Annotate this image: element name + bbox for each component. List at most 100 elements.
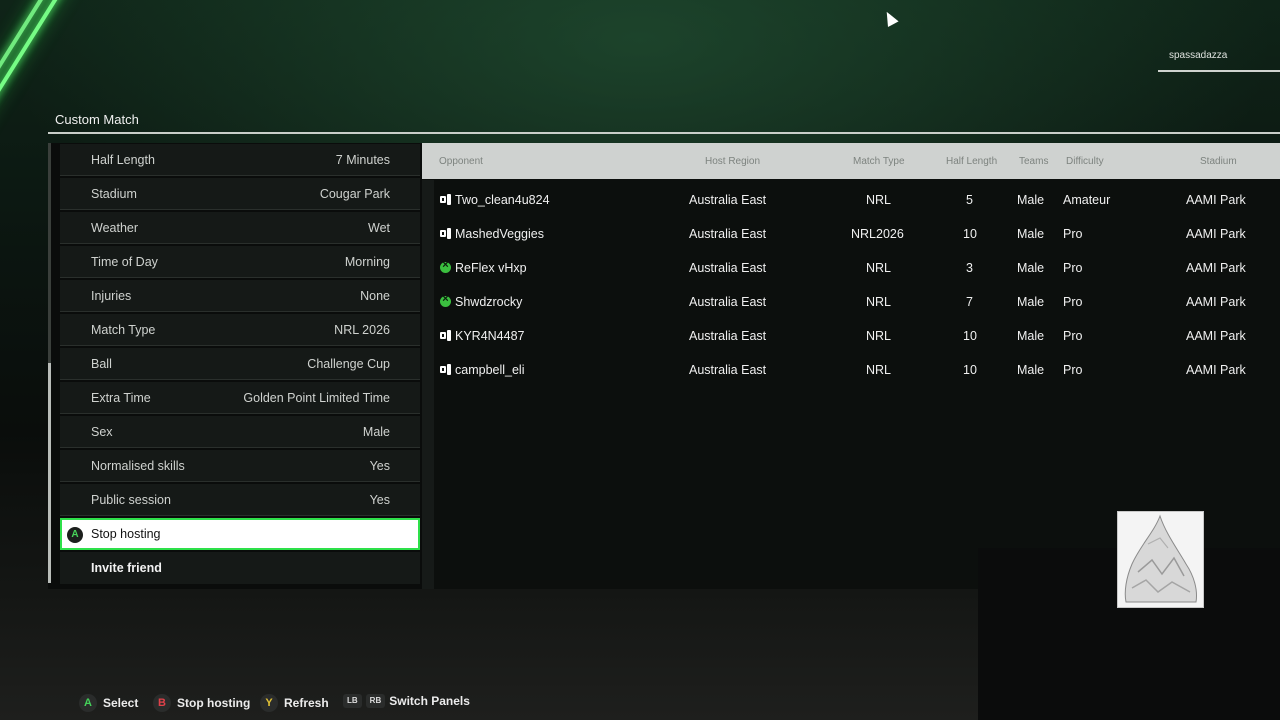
- pc-icon: [440, 364, 451, 375]
- setting-sex[interactable]: Sex Male: [60, 416, 420, 448]
- host-region: Australia East: [689, 227, 767, 241]
- match-type: NRL: [866, 261, 892, 275]
- opponent-name: campbell_eli: [455, 363, 525, 377]
- prompt-select[interactable]: A Select: [79, 694, 138, 712]
- stadium: AAMI Park: [1186, 363, 1246, 377]
- setting-label: Injuries: [91, 288, 132, 303]
- prompt-switch-panels[interactable]: LB RB Switch Panels: [343, 694, 470, 708]
- username-field[interactable]: spassadazza: [1158, 46, 1280, 72]
- host-region: Australia East: [689, 329, 767, 343]
- teams: Male: [1017, 295, 1045, 309]
- match-type: NRL: [866, 193, 892, 207]
- match-type: NRL: [866, 329, 892, 343]
- rb-button-icon: RB: [365, 694, 386, 708]
- half-length: 10: [963, 363, 977, 377]
- prompt-label: Stop hosting: [177, 696, 251, 710]
- setting-label: Stadium: [91, 186, 137, 201]
- stadium: AAMI Park: [1186, 329, 1246, 343]
- table-row[interactable]: campbell_eli Australia East NRL 10 Male …: [422, 353, 1280, 387]
- table-row[interactable]: Shwdzrocky Australia East NRL 7 Male Pro…: [422, 285, 1280, 319]
- match-settings-panel: Half Length 7 Minutes Stadium Cougar Park …: [48, 143, 426, 589]
- prompt-label: Select: [103, 696, 139, 710]
- page-title: Custom Match: [55, 112, 139, 127]
- setting-value: Challenge Cup: [307, 356, 390, 371]
- host-region: Australia East: [689, 363, 767, 377]
- teams: Male: [1017, 363, 1045, 377]
- setting-ball[interactable]: Ball Challenge Cup: [60, 348, 420, 380]
- half-length: 10: [963, 227, 977, 241]
- table-row[interactable]: ReFlex vHxp Australia East NRL 3 Male Pr…: [422, 251, 1280, 285]
- prompt-refresh[interactable]: Y Refresh: [260, 694, 329, 712]
- column-header-stadium[interactable]: Stadium: [1200, 156, 1237, 167]
- half-length: 7: [966, 295, 973, 309]
- invite-friend-button[interactable]: Invite friend: [60, 552, 420, 584]
- setting-match-type[interactable]: Match Type NRL 2026: [60, 314, 420, 346]
- a-button-icon: A: [67, 527, 83, 543]
- table-row[interactable]: MashedVeggies Australia East NRL2026 10 …: [422, 217, 1280, 251]
- setting-value: Cougar Park: [319, 186, 390, 201]
- column-header-match-type[interactable]: Match Type: [853, 156, 905, 167]
- setting-normalised-skills[interactable]: Normalised skills Yes: [60, 450, 420, 482]
- pc-icon: [440, 228, 451, 239]
- setting-public-session[interactable]: Public session Yes: [60, 484, 420, 516]
- teams: Male: [1017, 193, 1045, 207]
- match-type: NRL: [866, 363, 892, 377]
- setting-stadium[interactable]: Stadium Cougar Park: [60, 178, 420, 210]
- pc-icon: [440, 194, 451, 205]
- lb-button-icon: LB: [343, 694, 362, 708]
- stop-hosting-button[interactable]: A Stop hosting: [60, 518, 420, 550]
- setting-label: Ball: [91, 356, 112, 371]
- webcam-thumbnail: [1117, 511, 1204, 608]
- host-region: Australia East: [689, 261, 767, 275]
- scrollbar-thumb[interactable]: [48, 363, 51, 583]
- match-type: NRL2026: [851, 227, 904, 241]
- column-header-half-length[interactable]: Half Length: [946, 156, 997, 167]
- setting-injuries[interactable]: Injuries None: [60, 280, 420, 312]
- teams: Male: [1017, 329, 1045, 343]
- setting-value: Morning: [344, 254, 390, 269]
- opponent-name: Two_clean4u824: [455, 193, 550, 207]
- difficulty: Pro: [1063, 295, 1083, 309]
- setting-label: Sex: [91, 424, 113, 439]
- stadium: AAMI Park: [1186, 227, 1246, 241]
- setting-label: Match Type: [91, 322, 156, 337]
- table-row[interactable]: KYR4N4487 Australia East NRL 10 Male Pro…: [422, 319, 1280, 353]
- setting-extra-time[interactable]: Extra Time Golden Point Limited Time: [60, 382, 420, 414]
- column-header-teams[interactable]: Teams: [1019, 156, 1048, 167]
- xbox-icon: [440, 259, 451, 273]
- setting-label: Weather: [91, 220, 139, 235]
- table-row[interactable]: Two_clean4u824 Australia East NRL 5 Male…: [422, 183, 1280, 217]
- half-length: 10: [963, 329, 977, 343]
- y-button-icon: Y: [260, 694, 278, 712]
- a-button-icon: A: [79, 694, 97, 712]
- setting-label: Half Length: [91, 152, 155, 167]
- prompt-stop-hosting[interactable]: B Stop hosting: [153, 694, 250, 712]
- setting-value: Yes: [369, 458, 390, 473]
- opponent-name: Shwdzrocky: [455, 295, 523, 309]
- neon-stripe: [0, 0, 67, 99]
- half-length: 5: [966, 193, 973, 207]
- difficulty: Pro: [1063, 227, 1083, 241]
- setting-time-of-day[interactable]: Time of Day Morning: [60, 246, 420, 278]
- stadium: AAMI Park: [1186, 295, 1246, 309]
- foil-hat-image: [1124, 514, 1197, 603]
- column-header-host-region[interactable]: Host Region: [705, 156, 760, 167]
- action-label: Stop hosting: [91, 527, 161, 541]
- column-header-opponent[interactable]: Opponent: [439, 156, 483, 167]
- opponent-name: ReFlex vHxp: [455, 261, 527, 275]
- setting-half-length[interactable]: Half Length 7 Minutes: [60, 144, 420, 176]
- difficulty: Pro: [1063, 363, 1083, 377]
- setting-weather[interactable]: Weather Wet: [60, 212, 420, 244]
- setting-label: Public session: [91, 492, 171, 507]
- prompt-label: Switch Panels: [389, 694, 470, 708]
- opponent-name: KYR4N4487: [455, 329, 525, 343]
- column-header-difficulty[interactable]: Difficulty: [1066, 156, 1104, 167]
- host-region: Australia East: [689, 295, 767, 309]
- match-type: NRL: [866, 295, 892, 309]
- setting-value: Male: [362, 424, 390, 439]
- setting-value: Yes: [369, 492, 390, 507]
- title-divider: [48, 132, 1280, 134]
- difficulty: Amateur: [1063, 193, 1111, 207]
- scrollbar[interactable]: [48, 143, 51, 583]
- setting-value: NRL 2026: [334, 322, 390, 337]
